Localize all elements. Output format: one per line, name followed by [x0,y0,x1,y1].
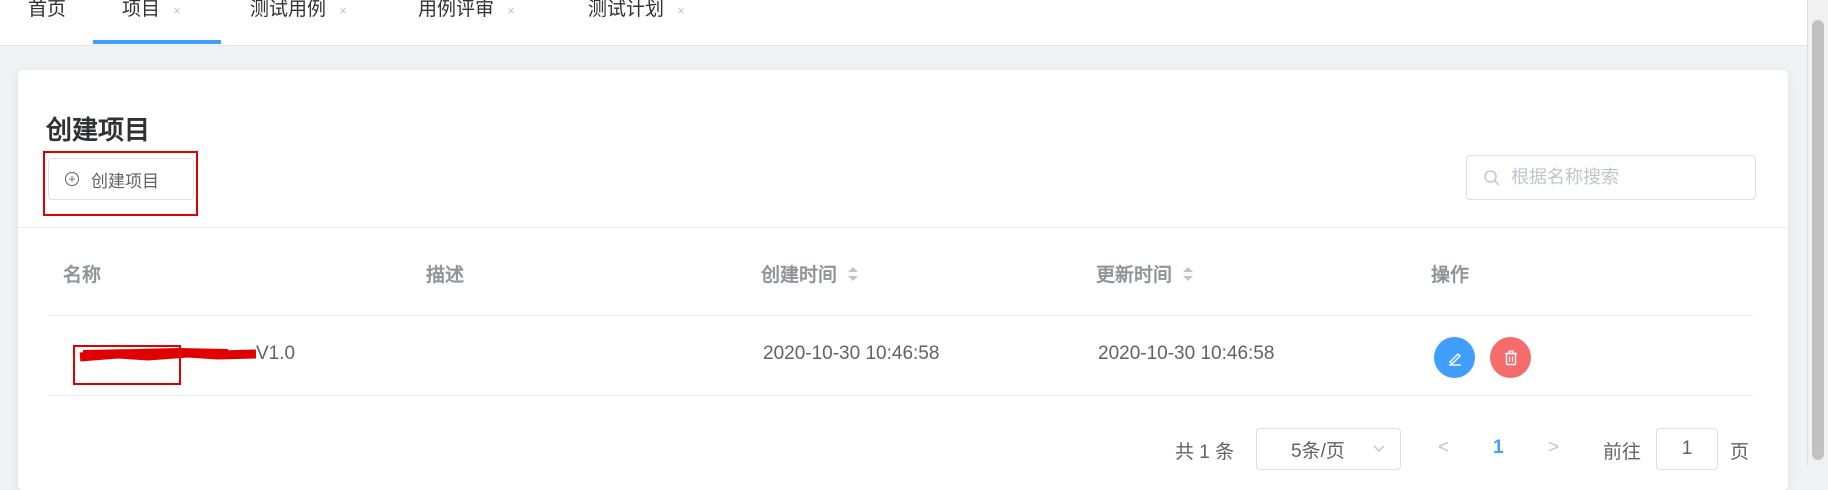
goto-page-input[interactable] [1656,428,1718,470]
goto-label: 前往 [1603,442,1642,463]
page-scrollbar[interactable] [1807,0,1828,466]
column-header-actions: 操作 [1431,265,1470,286]
project-name-suffix[interactable]: V1.0 [256,343,295,365]
close-icon[interactable]: × [173,3,181,18]
row-divider [48,315,1753,316]
tab-test-plan[interactable]: 测试计划 × [588,0,685,44]
search-box[interactable] [1466,155,1756,200]
page-suffix: 页 [1730,442,1750,463]
created-time: 2020-10-30 10:46:58 [763,343,940,364]
search-icon [1484,169,1500,186]
column-header-name: 名称 [63,265,102,286]
page-title: 创建项目 [46,115,151,145]
close-icon[interactable]: × [677,3,685,18]
tab-case-review[interactable]: 用例评审 × [418,0,515,44]
tab-bar: 首页 项目 × 测试用例 × 用例评审 × 测试计划 × [0,0,1808,46]
tab-label: 项目 [122,0,161,20]
column-header-description: 描述 [426,265,465,286]
close-icon[interactable]: × [339,3,347,18]
tab-label: 首页 [28,0,67,20]
annotation-box [43,151,198,216]
updated-time: 2020-10-30 10:46:58 [1098,343,1275,364]
chevron-down-icon [1373,445,1385,452]
current-page[interactable]: 1 [1493,437,1504,459]
column-header-created[interactable]: 创建时间 [761,260,859,287]
scrollbar-thumb[interactable] [1812,20,1824,460]
tab-label: 用例评审 [418,0,495,20]
tab-test-cases[interactable]: 测试用例 × [250,0,347,44]
column-header-updated[interactable]: 更新时间 [1096,260,1194,287]
close-icon[interactable]: × [507,3,515,18]
trash-icon [1504,349,1517,365]
page-size-value: 5条/页 [1291,440,1345,462]
edit-button[interactable] [1434,337,1475,378]
sort-icon[interactable] [847,265,859,283]
active-tab-indicator [93,40,221,44]
tab-project[interactable]: 项目 × [122,0,181,44]
tab-label: 测试用例 [250,0,327,20]
sort-icon[interactable] [1182,265,1194,283]
delete-button[interactable] [1490,337,1531,378]
prev-page-button[interactable]: < [1438,437,1449,459]
tab-home[interactable]: 首页 [28,0,66,44]
search-input[interactable] [1509,166,1753,189]
project-card: 创建项目 + 创建项目 名称 描述 创建时间 更新时间 操作 [18,70,1788,490]
next-page-button[interactable]: > [1548,437,1559,459]
divider [18,227,1788,228]
row-divider [48,395,1753,396]
page-size-select[interactable]: 5条/页 [1256,428,1401,470]
pagination-total: 共 1 条 [1175,442,1235,463]
tab-label: 测试计划 [588,0,665,20]
annotation-box [73,345,181,385]
edit-icon [1448,352,1461,366]
